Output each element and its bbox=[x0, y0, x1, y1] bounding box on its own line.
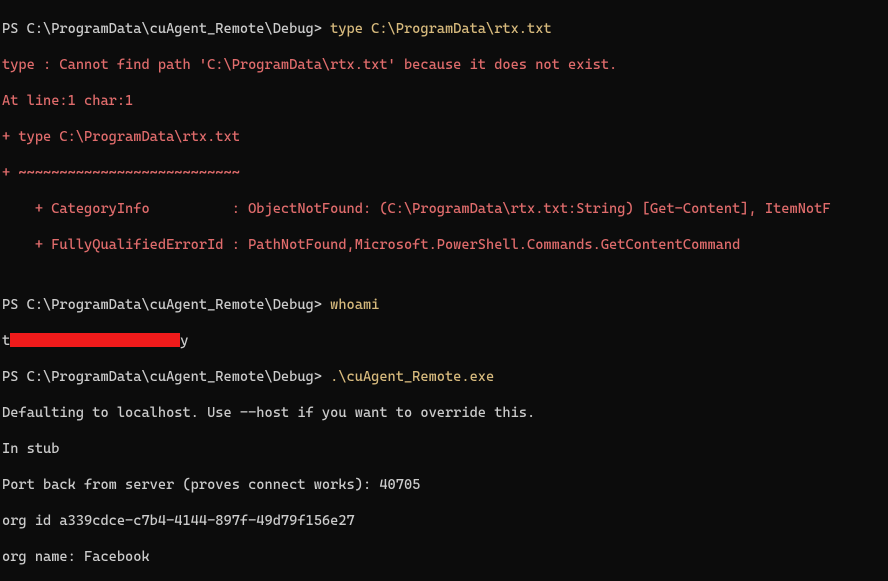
error-line: + FullyQualifiedErrorId : PathNotFound,M… bbox=[2, 236, 886, 254]
output-line: org name: Facebook bbox=[2, 548, 886, 566]
typed-command: whoami bbox=[330, 297, 379, 313]
typed-command: .\cuAgent_Remote.exe bbox=[330, 369, 494, 385]
ps-prompt: PS C:\ProgramData\cuAgent_Remote\Debug> bbox=[2, 369, 330, 385]
typed-command: type C:\ProgramData\rtx.txt bbox=[330, 21, 551, 37]
redacted-suffix: y bbox=[180, 333, 188, 349]
error-line: + type C:\ProgramData\rtx.txt bbox=[2, 128, 886, 146]
redaction-bar bbox=[10, 333, 180, 347]
output-line: org id a339cdce-c7b4-4144-897f-49d79f156… bbox=[2, 512, 886, 530]
output-line: Defaulting to localhost. Use --host if y… bbox=[2, 404, 886, 422]
output-line: Port back from server (proves connect wo… bbox=[2, 476, 886, 494]
ps-prompt: PS C:\ProgramData\cuAgent_Remote\Debug> bbox=[2, 21, 330, 37]
whoami-output: ty bbox=[2, 332, 886, 350]
output-line: In stub bbox=[2, 440, 886, 458]
terminal-window[interactable]: PS C:\ProgramData\cuAgent_Remote\Debug> … bbox=[0, 0, 888, 581]
output-line: PS C:\ProgramData\cuAgent_Remote\Debug> … bbox=[2, 368, 886, 386]
error-line: + CategoryInfo : ObjectNotFound: (C:\Pro… bbox=[2, 200, 886, 218]
output-line: PS C:\ProgramData\cuAgent_Remote\Debug> … bbox=[2, 20, 886, 38]
redacted-prefix: t bbox=[2, 333, 10, 349]
ps-prompt: PS C:\ProgramData\cuAgent_Remote\Debug> bbox=[2, 297, 330, 313]
error-line: type : Cannot find path 'C:\ProgramData\… bbox=[2, 56, 886, 74]
output-line: PS C:\ProgramData\cuAgent_Remote\Debug> … bbox=[2, 296, 886, 314]
error-line: At line:1 char:1 bbox=[2, 92, 886, 110]
error-line: + ~~~~~~~~~~~~~~~~~~~~~~~~~~~ bbox=[2, 164, 886, 182]
